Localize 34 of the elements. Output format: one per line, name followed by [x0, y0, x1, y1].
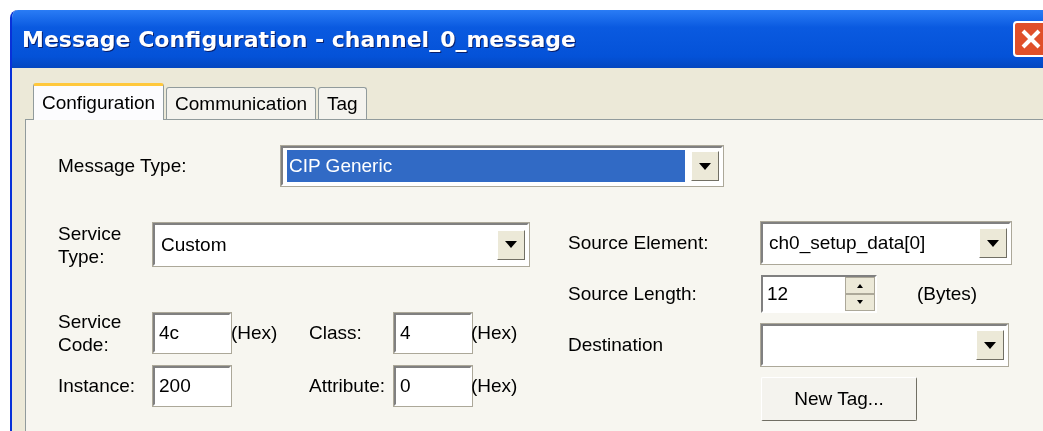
- attribute-field[interactable]: 0: [394, 366, 472, 406]
- unit-label: (Hex): [471, 375, 519, 397]
- dropdown-value: ch0_setup_data[0]: [768, 232, 927, 254]
- field-label: Message Type:: [58, 155, 188, 177]
- dropdown-value: CIP Generic: [287, 150, 685, 182]
- tab[interactable]: Communication: [166, 87, 317, 119]
- field-label: Source Element:: [568, 232, 710, 254]
- message-type-dropdown[interactable]: CIP Generic: [281, 146, 723, 186]
- tab[interactable]: Tag: [318, 87, 367, 119]
- destination-dropdown[interactable]: [761, 324, 1008, 366]
- source-length-spinner[interactable]: 12: [761, 275, 877, 313]
- class-field[interactable]: 4: [394, 313, 472, 353]
- field-label: Destination: [568, 334, 665, 356]
- unit-label: (Hex): [471, 322, 519, 344]
- unit-label: (Hex): [231, 322, 279, 344]
- field-label: Instance:: [58, 375, 137, 397]
- field-label: Service Code:: [58, 311, 123, 357]
- close-button[interactable]: [1013, 21, 1043, 57]
- tab[interactable]: Configuration: [33, 83, 165, 120]
- field-label: Attribute:: [309, 375, 387, 397]
- spinner-value: 12: [766, 283, 790, 305]
- source-element-dropdown[interactable]: ch0_setup_data[0]: [761, 222, 1011, 264]
- instance-field[interactable]: 200: [153, 366, 231, 406]
- unit-label: (Bytes): [917, 283, 978, 305]
- spin-arrows-icon[interactable]: [845, 277, 875, 311]
- field-label: Class:: [309, 322, 363, 344]
- dropdown-value: Custom: [160, 233, 228, 256]
- field-label: Source Length:: [568, 283, 698, 305]
- new-tag-button[interactable]: New Tag...: [761, 377, 917, 421]
- window-title: Message Configuration - channel_0_message: [22, 26, 576, 52]
- service-code-field[interactable]: 4c: [153, 313, 231, 353]
- field-label: Service Type:: [58, 223, 123, 269]
- close-icon: [1019, 27, 1043, 51]
- service-type-dropdown[interactable]: Custom: [153, 223, 529, 266]
